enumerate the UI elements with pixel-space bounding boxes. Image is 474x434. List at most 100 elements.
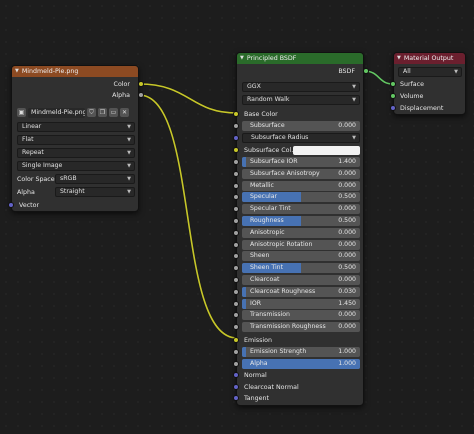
source-value: Single Image <box>22 162 63 169</box>
alpha-mode-dropdown[interactable]: Straight ▼ <box>55 187 135 197</box>
slider-input-socket[interactable] <box>233 277 239 283</box>
value-slider[interactable]: Metallic 0.000 <box>242 180 360 191</box>
value-slider[interactable]: Roughness 0.500 <box>242 216 360 226</box>
base-color-input-socket[interactable] <box>233 111 239 117</box>
clearcoat-normal-input-socket[interactable] <box>233 384 239 390</box>
slider-input-socket[interactable] <box>233 241 239 248</box>
slider-row: Subsurface 0.000 <box>233 121 365 132</box>
value-slider[interactable]: Sheen Tint 0.500 <box>242 263 360 274</box>
value-slider[interactable]: Transmission 0.000 <box>242 310 360 321</box>
value-slider[interactable]: Specular 0.500 <box>242 192 360 203</box>
value-slider[interactable]: Anisotropic Rotation 0.000 <box>242 239 360 250</box>
collapse-chevron-icon[interactable]: ▼ <box>15 66 19 77</box>
tangent-row: Tangent <box>233 393 365 404</box>
image-name-field[interactable]: Mindmeld-Pie.png <box>28 107 85 118</box>
value-slider[interactable]: Transmission Roughness 0.000 <box>242 322 360 333</box>
slider-label: Specular <box>250 193 278 201</box>
slider-input-socket[interactable] <box>233 360 239 367</box>
slider-input-socket[interactable] <box>233 253 239 260</box>
slider-input-socket[interactable] <box>233 123 239 129</box>
tangent-label: Tangent <box>244 395 269 402</box>
color-output-socket[interactable] <box>138 81 144 87</box>
slider-row: Subsurface IOR 1.400 <box>233 157 365 168</box>
value-slider[interactable]: Clearcoat Roughness 0.030 <box>242 286 360 297</box>
slider-value: 0.500 <box>338 217 356 224</box>
subsurface-color-label: Subsurface Col... <box>244 147 298 154</box>
distribution-dropdown[interactable]: GGX ▼ <box>242 82 360 92</box>
duplicate-image-icon[interactable]: ❐ <box>98 108 107 117</box>
slider-value: 0.000 <box>338 252 356 260</box>
chevron-down-icon: ▼ <box>352 135 356 141</box>
emission-input-socket[interactable] <box>233 337 239 343</box>
output-node-header[interactable]: ▼ Material Output <box>394 53 465 64</box>
surface-row: Surface <box>390 79 467 90</box>
slider-value: 1.450 <box>338 299 356 307</box>
bsdf-node-title: Principled BSDF <box>246 55 297 62</box>
value-slider[interactable]: Emission Strength 1.000 <box>242 347 360 357</box>
principled-bsdf-node[interactable]: ▼ Principled BSDF BSDF GGX ▼ Random Walk… <box>233 52 369 406</box>
slider-input-socket[interactable] <box>233 218 239 224</box>
subsurface-color-socket[interactable] <box>233 147 239 153</box>
collapse-chevron-icon[interactable]: ▼ <box>240 53 244 64</box>
slider-input-socket[interactable] <box>233 265 239 272</box>
extension-dropdown[interactable]: Repeat ▼ <box>17 148 135 158</box>
image-texture-node[interactable]: ▼ Mindmeld-Pie.png Color Alpha ▣ Mindmel… <box>8 65 144 212</box>
slider-row: Anisotropic Rotation 0.000 <box>233 239 365 251</box>
subsurface-radius-dropdown[interactable]: Subsurface Radius ▼ <box>242 133 360 143</box>
subsurface-radius-label: Subsurface Radius <box>251 134 309 141</box>
alpha-output-socket[interactable] <box>138 92 144 98</box>
bsdf-node-header[interactable]: ▼ Principled BSDF <box>237 53 363 64</box>
projection-dropdown[interactable]: Flat ▼ <box>17 135 135 145</box>
image-browse-icon[interactable]: ▣ <box>17 108 26 117</box>
slider-value: 0.000 <box>338 228 356 236</box>
target-dropdown[interactable]: All ▼ <box>398 67 462 77</box>
interpolation-dropdown[interactable]: Linear ▼ <box>17 122 135 132</box>
slider-input-socket[interactable] <box>233 324 239 331</box>
subsurface-method-dropdown[interactable]: Random Walk ▼ <box>242 95 360 105</box>
value-slider[interactable]: Sheen 0.000 <box>242 251 360 262</box>
distribution-value: GGX <box>247 83 261 90</box>
slider-input-socket[interactable] <box>233 229 239 236</box>
value-slider[interactable]: Anisotropic 0.000 <box>242 227 360 238</box>
source-dropdown[interactable]: Single Image ▼ <box>17 161 135 171</box>
bsdf-output-socket[interactable] <box>363 68 369 74</box>
slider-label: Metallic <box>250 181 274 189</box>
slider-input-socket[interactable] <box>233 288 239 295</box>
image-node-header[interactable]: ▼ Mindmeld-Pie.png <box>12 66 138 77</box>
value-slider[interactable]: Clearcoat 0.000 <box>242 275 360 285</box>
subsurface-color-swatch[interactable] <box>293 146 360 155</box>
open-folder-icon[interactable]: ▭ <box>109 108 118 117</box>
slider-input-socket[interactable] <box>233 312 239 319</box>
vector-input-row: Vector <box>8 200 140 211</box>
vector-input-socket[interactable] <box>8 202 14 208</box>
volume-input-socket[interactable] <box>390 93 396 99</box>
value-slider[interactable]: Subsurface 0.000 <box>242 121 360 131</box>
subsurface-radius-socket[interactable] <box>233 135 239 141</box>
value-slider[interactable]: Alpha 1.000 <box>242 358 360 369</box>
chevron-down-icon: ▼ <box>127 137 131 143</box>
collapse-chevron-icon[interactable]: ▼ <box>397 53 401 64</box>
slider-value: 0.000 <box>338 122 356 129</box>
slider-label: Sheen Tint <box>250 264 284 272</box>
slider-input-socket[interactable] <box>233 300 239 307</box>
slider-input-socket[interactable] <box>233 206 239 213</box>
surface-input-socket[interactable] <box>390 81 396 87</box>
tangent-input-socket[interactable] <box>233 395 239 401</box>
displacement-input-socket[interactable] <box>390 105 396 111</box>
material-output-node[interactable]: ▼ Material Output All ▼ Surface Volume D… <box>390 52 467 115</box>
value-slider[interactable]: Subsurface IOR 1.400 <box>242 157 360 167</box>
slider-input-socket[interactable] <box>233 194 239 201</box>
color-space-dropdown[interactable]: sRGB ▼ <box>55 174 135 184</box>
chevron-down-icon: ▼ <box>352 84 356 90</box>
unlink-x-icon[interactable]: ✕ <box>120 108 129 117</box>
slider-input-socket[interactable] <box>233 182 239 189</box>
value-slider[interactable]: Specular Tint 0.000 <box>242 204 360 215</box>
slider-input-socket[interactable] <box>233 349 239 355</box>
fake-user-shield-icon[interactable]: ⛉ <box>87 108 96 117</box>
value-slider[interactable]: Subsurface Anisotropy 0.000 <box>242 168 360 179</box>
slider-value: 0.000 <box>338 205 356 213</box>
normal-input-socket[interactable] <box>233 372 239 378</box>
value-slider[interactable]: IOR 1.450 <box>242 298 360 309</box>
slider-input-socket[interactable] <box>233 170 239 177</box>
slider-input-socket[interactable] <box>233 159 239 165</box>
